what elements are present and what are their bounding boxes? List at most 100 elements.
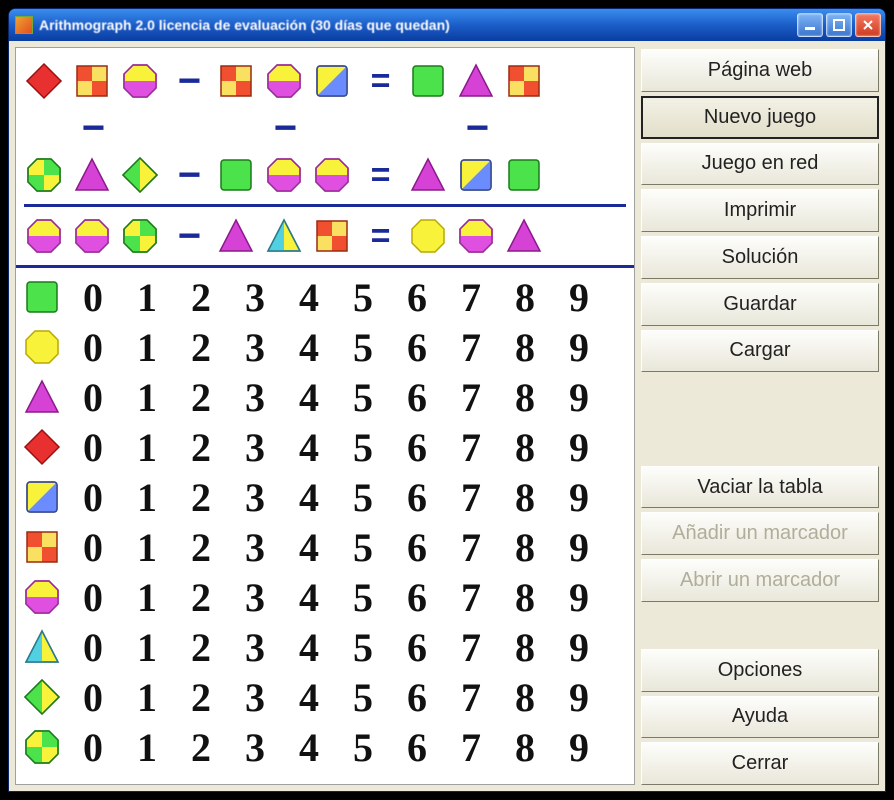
digit-cell[interactable]: 1 (120, 574, 174, 621)
digit-cell[interactable]: 7 (444, 624, 498, 671)
digit-cell[interactable]: 3 (228, 274, 282, 321)
digit-cell[interactable]: 0 (66, 424, 120, 471)
digit-cell[interactable]: 2 (174, 624, 228, 671)
digit-cell[interactable]: 7 (444, 674, 498, 721)
digit-cell[interactable]: 9 (552, 624, 606, 671)
digit-cell[interactable]: 0 (66, 624, 120, 671)
guardar-button[interactable]: Guardar (641, 283, 879, 326)
digit-cell[interactable]: 6 (390, 474, 444, 521)
digit-cell[interactable]: 9 (552, 674, 606, 721)
digit-cell[interactable]: 3 (228, 474, 282, 521)
digit-cell[interactable]: 2 (174, 574, 228, 621)
digit-cell[interactable]: 8 (498, 724, 552, 771)
digit-cell[interactable]: 2 (174, 724, 228, 771)
digit-cell[interactable]: 4 (282, 724, 336, 771)
digit-cell[interactable]: 0 (66, 274, 120, 321)
digit-cell[interactable]: 8 (498, 374, 552, 421)
close-button[interactable] (855, 13, 881, 37)
digit-cell[interactable]: 7 (444, 724, 498, 771)
digit-cell[interactable]: 5 (336, 424, 390, 471)
digit-cell[interactable]: 8 (498, 274, 552, 321)
digit-cell[interactable]: 7 (444, 324, 498, 371)
digit-cell[interactable]: 8 (498, 574, 552, 621)
digit-cell[interactable]: 6 (390, 624, 444, 671)
imprimir-button[interactable]: Imprimir (641, 189, 879, 232)
juego-en-red-button[interactable]: Juego en red (641, 143, 879, 186)
digit-cell[interactable]: 5 (336, 674, 390, 721)
digit-cell[interactable]: 5 (336, 374, 390, 421)
minimize-button[interactable] (797, 13, 823, 37)
digit-cell[interactable]: 4 (282, 274, 336, 321)
digit-cell[interactable]: 8 (498, 524, 552, 571)
digit-cell[interactable]: 7 (444, 274, 498, 321)
digit-cell[interactable]: 1 (120, 324, 174, 371)
digit-cell[interactable]: 5 (336, 724, 390, 771)
digit-cell[interactable]: 6 (390, 424, 444, 471)
digit-cell[interactable]: 2 (174, 524, 228, 571)
digit-cell[interactable]: 1 (120, 724, 174, 771)
digit-cell[interactable]: 2 (174, 424, 228, 471)
digit-cell[interactable]: 1 (120, 274, 174, 321)
pagina-web-button[interactable]: Página web (641, 49, 879, 92)
digit-cell[interactable]: 6 (390, 324, 444, 371)
digit-cell[interactable]: 2 (174, 374, 228, 421)
digit-cell[interactable]: 6 (390, 674, 444, 721)
digit-cell[interactable]: 9 (552, 574, 606, 621)
digit-cell[interactable]: 0 (66, 724, 120, 771)
digit-cell[interactable]: 5 (336, 574, 390, 621)
digit-cell[interactable]: 4 (282, 374, 336, 421)
digit-cell[interactable]: 6 (390, 374, 444, 421)
digit-cell[interactable]: 5 (336, 474, 390, 521)
digit-cell[interactable]: 3 (228, 624, 282, 671)
digit-cell[interactable]: 8 (498, 324, 552, 371)
digit-cell[interactable]: 9 (552, 324, 606, 371)
digit-cell[interactable]: 1 (120, 374, 174, 421)
digit-cell[interactable]: 5 (336, 524, 390, 571)
digit-cell[interactable]: 6 (390, 574, 444, 621)
digit-cell[interactable]: 2 (174, 324, 228, 371)
opciones-button[interactable]: Opciones (641, 649, 879, 692)
digit-cell[interactable]: 4 (282, 524, 336, 571)
digit-cell[interactable]: 4 (282, 674, 336, 721)
digit-cell[interactable]: 2 (174, 474, 228, 521)
digit-cell[interactable]: 9 (552, 524, 606, 571)
digit-cell[interactable]: 3 (228, 524, 282, 571)
digit-cell[interactable]: 6 (390, 274, 444, 321)
digit-cell[interactable]: 4 (282, 424, 336, 471)
digit-cell[interactable]: 7 (444, 524, 498, 571)
digit-cell[interactable]: 3 (228, 424, 282, 471)
digit-cell[interactable]: 1 (120, 674, 174, 721)
digit-cell[interactable]: 3 (228, 374, 282, 421)
digit-cell[interactable]: 6 (390, 724, 444, 771)
digit-cell[interactable]: 4 (282, 324, 336, 371)
digit-cell[interactable]: 8 (498, 474, 552, 521)
digit-cell[interactable]: 0 (66, 674, 120, 721)
maximize-button[interactable] (826, 13, 852, 37)
digit-cell[interactable]: 8 (498, 424, 552, 471)
digit-cell[interactable]: 6 (390, 524, 444, 571)
cerrar-button[interactable]: Cerrar (641, 742, 879, 785)
digit-cell[interactable]: 0 (66, 524, 120, 571)
digit-cell[interactable]: 9 (552, 374, 606, 421)
digit-cell[interactable]: 3 (228, 574, 282, 621)
digit-cell[interactable]: 7 (444, 424, 498, 471)
digit-cell[interactable]: 9 (552, 424, 606, 471)
digit-cell[interactable]: 5 (336, 324, 390, 371)
digit-cell[interactable]: 4 (282, 624, 336, 671)
digit-cell[interactable]: 3 (228, 724, 282, 771)
digit-cell[interactable]: 1 (120, 424, 174, 471)
digit-cell[interactable]: 5 (336, 274, 390, 321)
digit-cell[interactable]: 2 (174, 674, 228, 721)
digit-cell[interactable]: 8 (498, 674, 552, 721)
digit-cell[interactable]: 3 (228, 324, 282, 371)
digit-cell[interactable]: 7 (444, 474, 498, 521)
digit-cell[interactable]: 4 (282, 474, 336, 521)
digit-cell[interactable]: 1 (120, 624, 174, 671)
digit-cell[interactable]: 7 (444, 574, 498, 621)
digit-cell[interactable]: 2 (174, 274, 228, 321)
digit-cell[interactable]: 9 (552, 724, 606, 771)
cargar-button[interactable]: Cargar (641, 330, 879, 373)
digit-cell[interactable]: 4 (282, 574, 336, 621)
digit-cell[interactable]: 0 (66, 324, 120, 371)
digit-cell[interactable]: 5 (336, 624, 390, 671)
